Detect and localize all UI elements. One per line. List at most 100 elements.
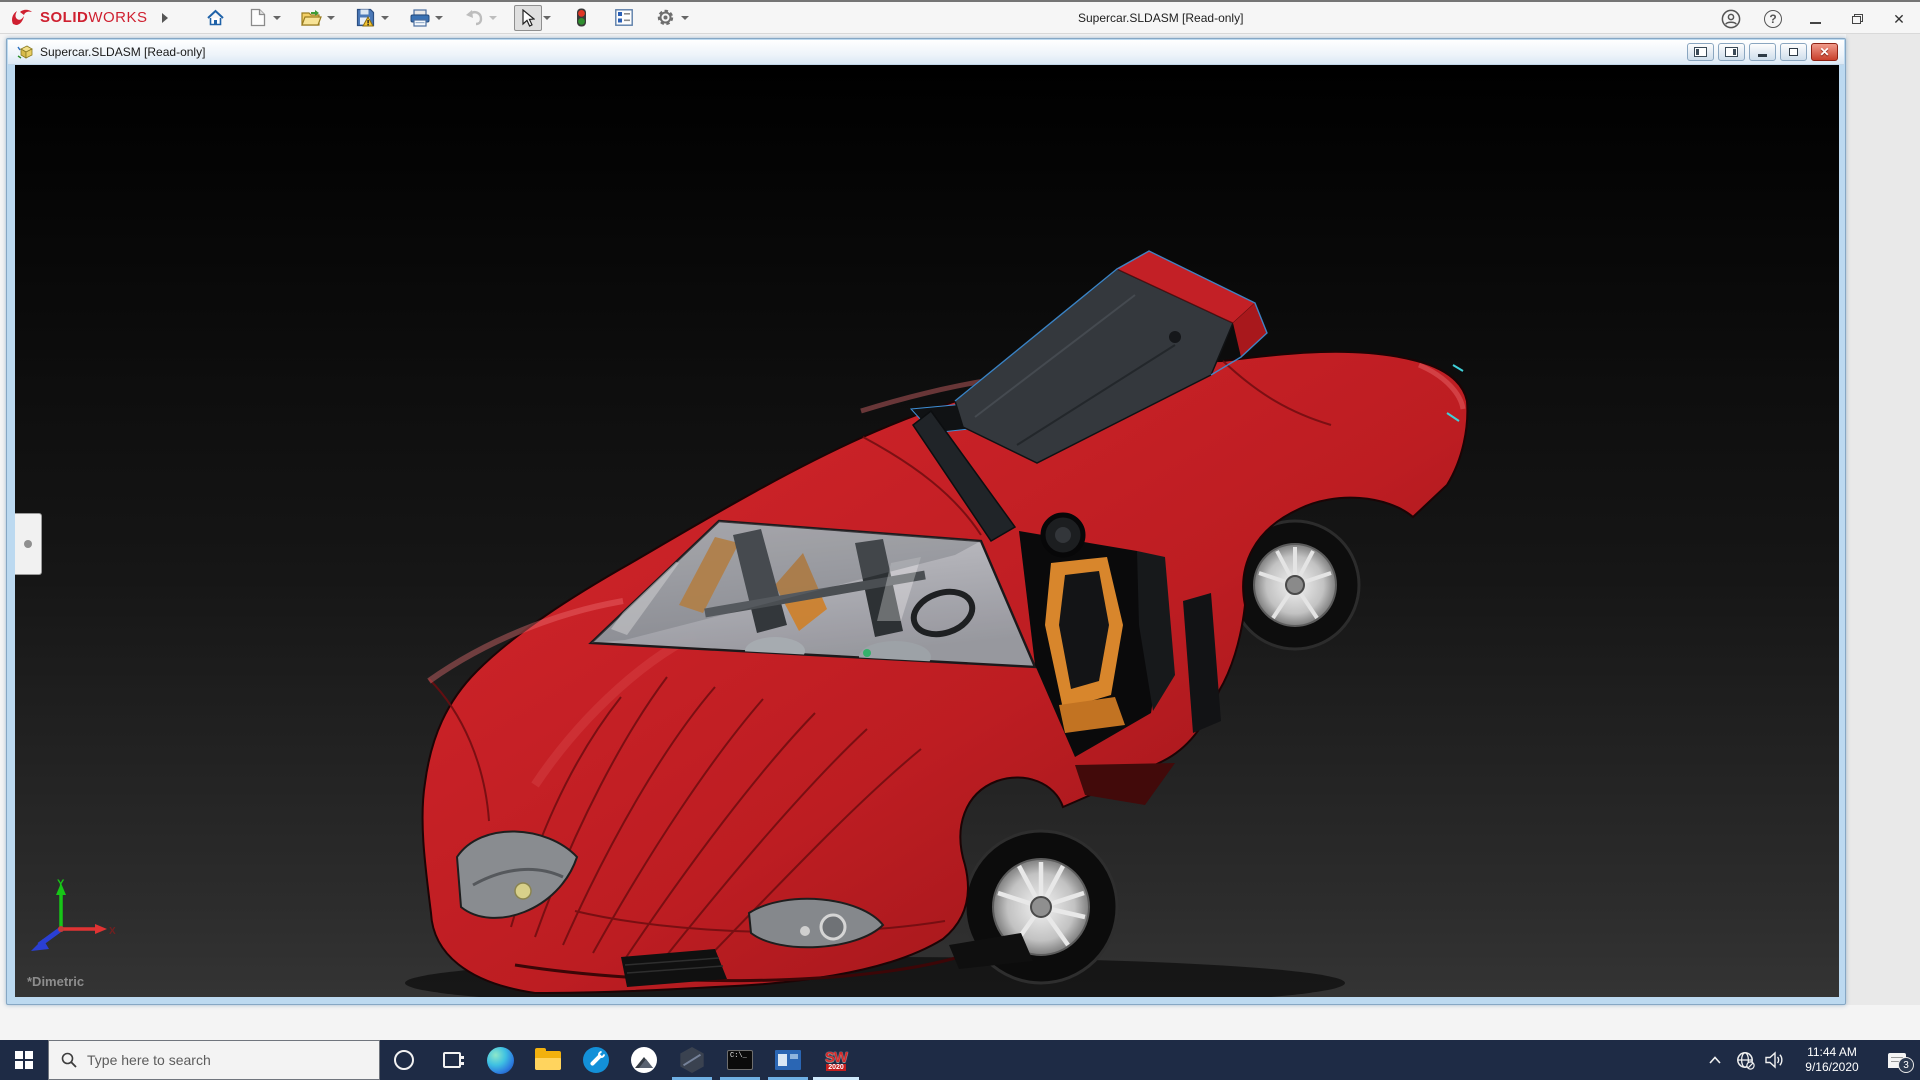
toolbar-group-rebuild [568,5,596,31]
edge-icon [487,1047,514,1074]
mdi-background-area [1846,34,1920,1005]
supercar-3d-model[interactable] [15,65,1839,997]
print-button[interactable] [406,5,434,31]
headlight-right-projector [821,915,845,939]
start-button[interactable] [0,1040,48,1080]
task-view-button[interactable] [428,1040,476,1080]
hexagon-app-icon [679,1047,705,1073]
menu-expand-arrow-icon[interactable] [162,13,168,23]
home-button[interactable] [202,5,230,31]
main-toolbar [202,5,704,31]
solidworks-icon-year: 2020 [826,1064,846,1071]
new-document-icon [250,8,266,27]
design-report-button[interactable] [610,5,638,31]
help-button[interactable]: ? [1760,6,1786,32]
select-tool-dropdown[interactable] [543,16,551,20]
graphics-viewport[interactable]: Y X *Dimetric [15,65,1839,997]
document-restore-icon [1789,48,1798,56]
clock-date: 9/16/2020 [1794,1060,1870,1075]
taskbar-clock[interactable]: 11:44 AM 9/16/2020 [1794,1045,1870,1075]
undo-button[interactable] [460,5,488,31]
taskbar-app-file-explorer[interactable] [524,1040,572,1080]
design-report-icon [615,9,633,26]
new-document-button[interactable] [244,5,272,31]
triad-y-label: Y [57,878,65,890]
toolbar-group-save [352,5,392,31]
task-view-icon [443,1052,461,1068]
minimize-icon [1810,22,1821,24]
toolbar-group-undo [460,5,500,31]
collapse-left-pane-button[interactable] [1687,43,1714,61]
toolbar-group-print [406,5,446,31]
headlight-left-bulb [515,883,531,899]
tray-expand-button[interactable] [1700,1040,1730,1080]
taskbar-app-terminal[interactable]: C:\_ [716,1040,764,1080]
close-button[interactable]: ✕ [1886,6,1912,32]
brand-light: WORKS [88,9,147,26]
document-restore-button[interactable] [1780,43,1807,61]
toolbar-group-open [298,5,338,31]
open-dropdown[interactable] [327,16,335,20]
document-minimize-button[interactable] [1749,43,1776,61]
feature-manager-collapsed-tab[interactable] [15,513,42,575]
restore-icon [1852,14,1863,24]
solidworks-2020-icon: SW 2020 [825,1050,847,1071]
rebuild-button[interactable] [568,5,596,31]
taskbar-app-edge[interactable] [476,1040,524,1080]
print-dropdown[interactable] [435,16,443,20]
document-close-button[interactable]: ✕ [1811,43,1838,61]
document-titlebar[interactable]: Supercar.SLDASM [Read-only] ✕ [8,40,1844,65]
document-window: Supercar.SLDASM [Read-only] ✕ [6,38,1846,1005]
assembly-document-icon [16,44,34,60]
toolbar-group-settings [652,5,692,31]
document-title: Supercar.SLDASM [Read-only] [40,45,205,59]
cortana-button[interactable] [380,1040,428,1080]
search-placeholder-text: Type here to search [87,1052,211,1068]
terminal-icon: C:\_ [727,1050,753,1070]
new-document-dropdown[interactable] [273,16,281,20]
document-close-icon: ✕ [1819,45,1829,59]
undo-icon [464,10,484,26]
view-orientation-label: *Dimetric [27,974,84,989]
app-title: Supercar.SLDASM [Read-only] [1078,11,1243,25]
undo-dropdown[interactable] [489,16,497,20]
settings-button[interactable] [652,5,680,31]
account-button[interactable] [1718,6,1744,32]
volume-button[interactable] [1760,1040,1790,1080]
globe-no-internet-icon [1736,1051,1755,1070]
taskbar-app-settings-tool[interactable] [572,1040,620,1080]
brand-bold: SOLID [40,9,88,26]
search-icon [61,1052,77,1068]
taskbar-search[interactable]: Type here to search [48,1040,380,1080]
traffic-light-icon [576,8,587,27]
restore-button[interactable] [1844,6,1870,32]
triad-x-arrow [95,924,107,934]
account-icon [1721,9,1741,29]
open-button[interactable] [298,5,326,31]
minimize-button[interactable] [1802,6,1828,32]
notification-badge: 3 [1898,1057,1914,1073]
solidworks-icon-text: SW [825,1050,847,1065]
pane-right-icon [1725,47,1738,57]
sill-shadow [1075,763,1175,805]
pane-tab-dot-icon [24,540,32,548]
save-button[interactable] [352,5,380,31]
solidworks-logo-icon [10,8,36,28]
save-dropdown[interactable] [381,16,389,20]
toolbar-group-new [244,5,284,31]
taskbar-app-solidworks[interactable]: SW 2020 [812,1040,860,1080]
document-minimize-icon [1758,54,1767,57]
taskbar-app-hexagon[interactable] [668,1040,716,1080]
taskbar-app-blue-window[interactable] [764,1040,812,1080]
speaker-icon [1765,1051,1785,1069]
select-tool-button[interactable] [514,5,542,31]
help-icon: ? [1764,10,1782,28]
file-explorer-icon [535,1051,561,1070]
solidworks-logo: SOLIDWORKS [10,8,148,28]
collapse-right-pane-button[interactable] [1718,43,1745,61]
taskbar-app-photos[interactable] [620,1040,668,1080]
network-status-button[interactable] [1730,1040,1760,1080]
open-folder-icon [301,9,322,27]
settings-dropdown[interactable] [681,16,689,20]
action-center-button[interactable]: 3 [1874,1040,1920,1080]
